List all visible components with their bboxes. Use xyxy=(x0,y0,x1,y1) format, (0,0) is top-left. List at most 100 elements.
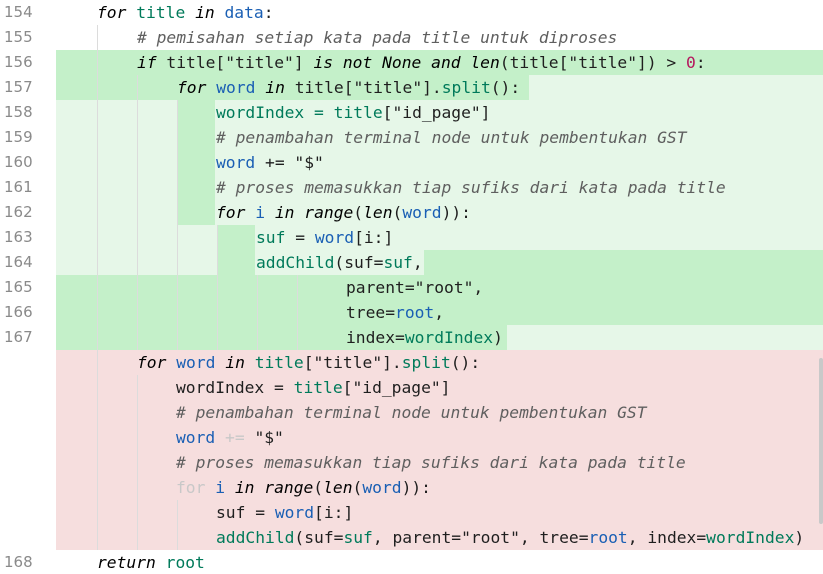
keyword-in: in xyxy=(265,78,285,97)
keyword-in: in xyxy=(234,478,255,497)
colon: : xyxy=(695,53,706,72)
removed-line-for-range[interactable]: for i in range(len(word)): xyxy=(176,475,431,500)
code-line-164[interactable]: addChild(suf=suf, xyxy=(256,250,423,275)
line-number: 160 xyxy=(4,153,33,171)
line-number: 166 xyxy=(4,303,33,321)
expr-subscript: ["title"]. xyxy=(303,353,402,372)
faded-operator: += xyxy=(225,428,245,447)
code-diff-editor[interactable]: 154 155 156 157 158 159 160 161 162 163 … xyxy=(0,0,823,574)
close-paren: ) xyxy=(493,328,503,347)
call-parens: (): xyxy=(490,78,521,97)
variable-data: data xyxy=(224,3,264,22)
keyword-in: in xyxy=(195,3,215,22)
expr-len-args: (title["title"]) > xyxy=(499,53,687,72)
vertical-scrollbar[interactable] xyxy=(819,358,823,524)
string-dollar: "$" xyxy=(244,428,284,447)
code-line-161[interactable]: # proses memasukkan tiap sufiks dari kat… xyxy=(216,175,726,200)
faded-keyword-for: for xyxy=(176,478,206,497)
variable-title: title xyxy=(254,353,304,372)
arg-tree: tree= xyxy=(346,303,396,322)
comment: # penambahan terminal node untuk pembent… xyxy=(176,403,647,422)
variable-wordindex: wordIndex xyxy=(404,328,494,347)
expr-subscript: ["title"]. xyxy=(343,78,442,97)
close-paren: ) xyxy=(794,528,805,547)
line-number: 168 xyxy=(4,553,33,571)
variable-title: title xyxy=(293,378,343,397)
assign-wordindex: wordIndex = xyxy=(176,378,294,397)
variable-wordindex: wordIndex xyxy=(706,528,795,547)
variable-title: title xyxy=(136,3,186,22)
diff-changed-line-164-tail xyxy=(424,250,823,275)
removed-line-comment-1[interactable]: # penambahan terminal node untuk pembent… xyxy=(176,400,647,425)
variable-word: word xyxy=(176,428,216,447)
line-number: 163 xyxy=(4,228,33,246)
variable-word: word xyxy=(176,353,216,372)
diff-changed-indent-158-162 xyxy=(177,100,215,225)
keyword-is-not: is not xyxy=(313,53,373,72)
indent-guide xyxy=(257,275,258,350)
line-number: 154 xyxy=(4,3,33,21)
keyword-for: for xyxy=(177,78,207,97)
code-line-162[interactable]: for i in range(len(word)): xyxy=(216,200,471,225)
variable-word: word xyxy=(216,153,256,172)
code-line-168[interactable]: return root xyxy=(97,550,205,574)
call-parens: (): xyxy=(450,353,481,372)
keyword-none: None xyxy=(382,53,422,72)
removed-line-append[interactable]: word += "$" xyxy=(176,425,284,450)
code-line-160[interactable]: word += "$" xyxy=(216,150,324,175)
variable-suf: suf xyxy=(256,228,286,247)
line-number: 167 xyxy=(4,328,33,346)
variable-title: title xyxy=(333,103,383,122)
keyword-in: in xyxy=(274,203,295,222)
builtin-len: len xyxy=(363,203,393,222)
function-addchild: addChild xyxy=(216,528,295,547)
variable-suf: suf xyxy=(343,528,373,547)
keyword-for: for xyxy=(216,203,246,222)
keyword-return: return xyxy=(97,553,156,572)
line-number: 161 xyxy=(4,178,33,196)
code-line-154[interactable]: for title in data: xyxy=(97,0,274,25)
removed-line-suf[interactable]: suf = word[i:] xyxy=(216,500,353,525)
variable-word: word xyxy=(362,478,402,497)
removed-line-wordindex[interactable]: wordIndex = title["id_page"] xyxy=(176,375,450,400)
line-number: 165 xyxy=(4,278,33,296)
number-zero: 0 xyxy=(686,53,696,72)
code-line-156[interactable]: if title["title"] is not None and len(ti… xyxy=(137,50,706,75)
removed-line-comment-2[interactable]: # proses memasukkan tiap sufiks dari kat… xyxy=(176,450,686,475)
line-number: 159 xyxy=(4,128,33,146)
variable-title: title xyxy=(294,78,344,97)
variable-root: root xyxy=(395,303,435,322)
line-number-gutter: 154 155 156 157 158 159 160 161 162 163 … xyxy=(0,0,56,574)
diff-changed-indent-163-164 xyxy=(217,225,255,275)
code-line-158[interactable]: wordIndex = title["id_page"] xyxy=(216,100,490,125)
comma: , xyxy=(434,303,445,322)
keyword-if: if xyxy=(137,53,157,72)
variable-word: word xyxy=(216,78,256,97)
builtin-range: range xyxy=(264,478,314,497)
arg-suf: (suf= xyxy=(294,528,344,547)
code-line-167[interactable]: index=wordIndex) xyxy=(346,325,503,350)
assign-suf: suf = xyxy=(216,503,275,522)
comment: # proses memasukkan tiap sufiks dari kat… xyxy=(176,453,686,472)
assign-wordindex: wordIndex = xyxy=(216,103,334,122)
code-line-163[interactable]: suf = word[i:] xyxy=(256,225,393,250)
code-line-157[interactable]: for word in title["title"].split(): xyxy=(177,75,520,100)
variable-suf: suf xyxy=(383,253,413,272)
indent-guide xyxy=(177,500,178,550)
code-line-155[interactable]: # pemisahan setiap kata pada title untuk… xyxy=(137,25,617,50)
code-line-159[interactable]: # penambahan terminal node untuk pembent… xyxy=(216,125,687,150)
colon: : xyxy=(263,3,274,22)
variable-word: word xyxy=(402,203,442,222)
keyword-for: for xyxy=(97,3,127,22)
removed-line-for[interactable]: for word in title["title"].split(): xyxy=(137,350,480,375)
code-line-165[interactable]: parent="root", xyxy=(346,275,483,300)
indent-guide xyxy=(297,275,298,350)
line-number: 158 xyxy=(4,103,33,121)
expr-title-title: title["title"] xyxy=(166,53,304,72)
expr-subscript: ["id_page"] xyxy=(382,103,491,122)
builtin-len: len xyxy=(470,53,500,72)
removed-line-addchild[interactable]: addChild(suf=suf, parent="root", tree=ro… xyxy=(216,525,804,550)
variable-word: word xyxy=(314,228,355,247)
line-number: 164 xyxy=(4,253,33,271)
code-line-166[interactable]: tree=root, xyxy=(346,300,444,325)
